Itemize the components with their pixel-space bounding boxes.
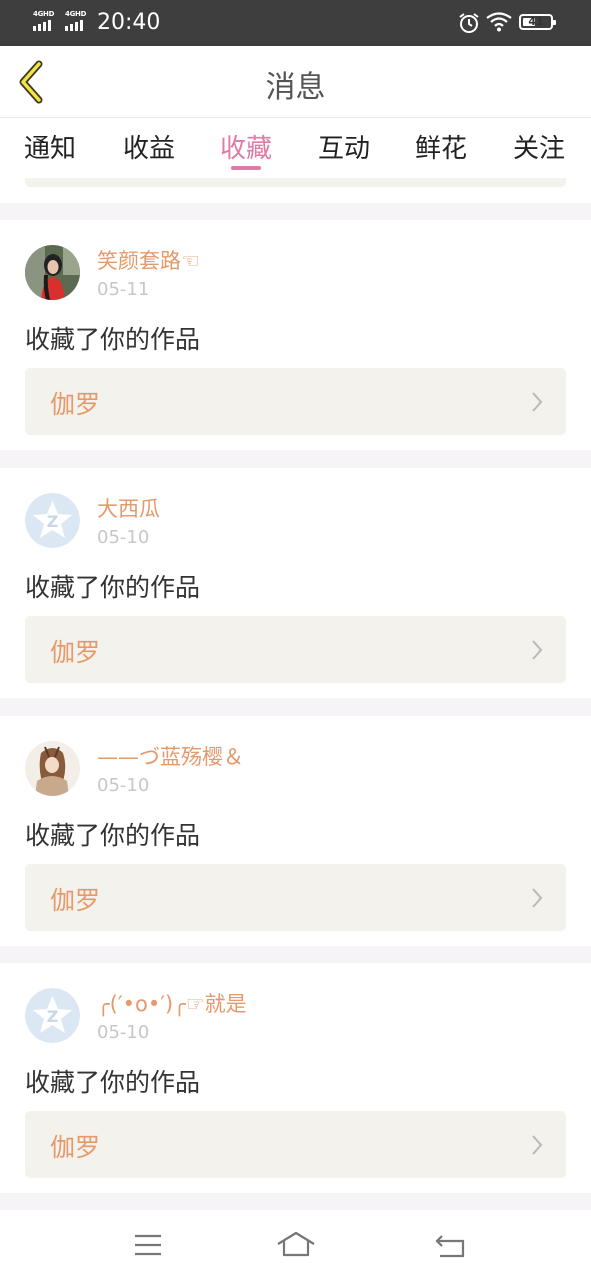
work-link[interactable]: 伽罗 — [25, 1111, 566, 1178]
svg-text:Z: Z — [47, 1007, 59, 1026]
timestamp: 05-10 — [97, 775, 150, 796]
tab-bar: 通知 收益 收藏 互动 鲜花 关注 — [0, 118, 591, 178]
active-tab-indicator — [231, 166, 261, 170]
menu-button[interactable] — [126, 1228, 170, 1262]
chevron-right-icon — [532, 1135, 543, 1155]
timestamp: 05-11 — [97, 279, 150, 300]
action-text: 收藏了你的作品 — [25, 1068, 201, 1097]
work-title: 伽罗 — [50, 390, 101, 419]
signal-icon: 4GHD — [65, 10, 87, 31]
list-item: Z 大西瓜 05-10 收藏了你的作品 伽罗 — [0, 468, 591, 698]
system-nav-bar — [0, 1210, 591, 1280]
work-title: 伽罗 — [50, 638, 101, 667]
avatar[interactable]: Z — [25, 493, 80, 548]
work-link[interactable]: 伽罗 — [25, 368, 566, 435]
chevron-right-icon — [532, 392, 543, 412]
timestamp: 05-10 — [97, 1022, 150, 1043]
work-title: 伽罗 — [50, 886, 101, 915]
username[interactable]: 笑颜套路☜ — [97, 245, 200, 275]
tab-notifications[interactable]: 通知 — [10, 128, 90, 165]
home-icon — [277, 1231, 315, 1257]
signal-label: 4GHD — [65, 10, 87, 18]
action-text: 收藏了你的作品 — [25, 573, 201, 602]
battery-icon: 41 — [519, 14, 556, 30]
username[interactable]: ╭(′•ο•′)╭☞就是 — [97, 988, 247, 1018]
work-link[interactable]: 伽罗 — [25, 864, 566, 931]
tab-earnings[interactable]: 收益 — [109, 128, 189, 165]
work-link[interactable]: 伽罗 — [25, 616, 566, 683]
timestamp: 05-10 — [97, 527, 150, 548]
signal-label: 4GHD — [33, 10, 55, 18]
tab-favorites[interactable]: 收藏 — [206, 128, 286, 165]
chevron-right-icon — [532, 640, 543, 660]
list-item: Z ╭(′•ο•′)╭☞就是 05-10 收藏了你的作品 伽罗 — [0, 963, 591, 1193]
avatar[interactable] — [25, 741, 80, 796]
list-item — [0, 178, 591, 203]
back-icon — [435, 1235, 465, 1258]
action-text: 收藏了你的作品 — [25, 821, 201, 850]
username[interactable]: 大西瓜 — [97, 493, 160, 523]
home-button[interactable] — [274, 1228, 318, 1262]
list-item: ——づ蓝殇樱＆ 05-10 收藏了你的作品 伽罗 — [0, 716, 591, 946]
action-text: 收藏了你的作品 — [25, 325, 201, 354]
header: 消息 — [0, 46, 591, 118]
tab-flowers[interactable]: 鲜花 — [401, 128, 481, 165]
back-nav-button[interactable] — [428, 1228, 472, 1262]
battery-level: 41 — [528, 15, 544, 28]
signal-icon: 4GHD — [33, 10, 55, 31]
work-link[interactable] — [25, 178, 566, 187]
menu-icon — [135, 1234, 161, 1256]
alarm-icon — [458, 12, 480, 38]
chevron-right-icon — [532, 888, 543, 908]
status-bar: 4GHD 4GHD 20:40 41 — [0, 0, 591, 46]
tab-interactions[interactable]: 互动 — [304, 128, 384, 165]
svg-text:Z: Z — [47, 512, 59, 531]
clock: 20:40 — [97, 10, 161, 35]
list-item: 笑颜套路☜ 05-11 收藏了你的作品 伽罗 — [0, 220, 591, 450]
avatar[interactable]: Z — [25, 988, 80, 1043]
work-title: 伽罗 — [50, 1133, 101, 1162]
avatar[interactable] — [25, 245, 80, 300]
tab-follows[interactable]: 关注 — [499, 128, 579, 165]
wifi-icon — [486, 12, 512, 36]
page-title: 消息 — [265, 70, 326, 105]
username[interactable]: ——づ蓝殇樱＆ — [97, 741, 244, 771]
